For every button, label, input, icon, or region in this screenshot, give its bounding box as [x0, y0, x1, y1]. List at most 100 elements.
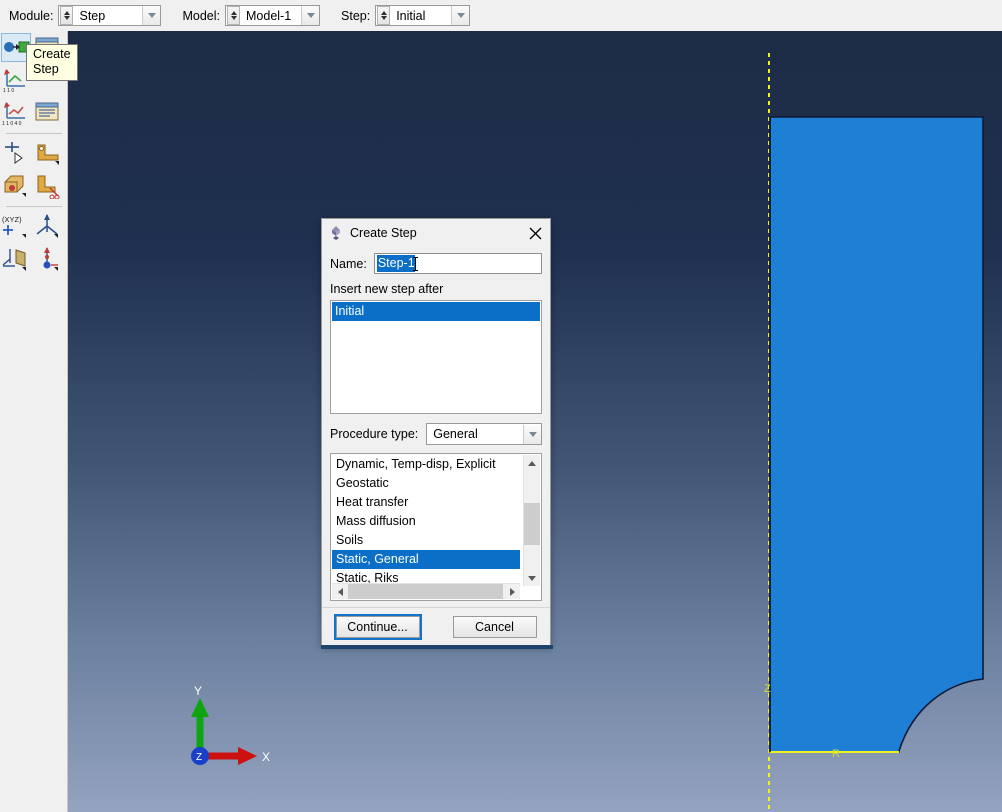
history-output-manager-icon[interactable]	[33, 99, 63, 128]
module-selector-group: Module: Step	[0, 5, 162, 27]
scroll-up-button[interactable]	[524, 455, 540, 471]
triad-y-arrowhead	[191, 698, 209, 717]
spinner-up-icon[interactable]	[63, 11, 70, 15]
list-item[interactable]: Soils	[332, 531, 520, 550]
list-item[interactable]: Initial	[332, 302, 540, 321]
create-step-tooltip: Create Step	[26, 44, 78, 81]
procedure-type-row: Procedure type: General	[330, 423, 542, 445]
abaqus-dialog-icon	[332, 226, 340, 240]
scrollbar-thumb[interactable]	[348, 584, 503, 599]
create-step-dialog[interactable]: Create Step Name: Step-1 Insert new step…	[321, 218, 553, 649]
create-datum-plane-icon[interactable]	[1, 245, 31, 274]
scroll-right-button[interactable]	[504, 584, 520, 599]
list-item[interactable]: Geostatic	[332, 474, 520, 493]
text-caret	[412, 256, 418, 271]
create-datum-point-icon[interactable]	[33, 245, 63, 274]
chevron-down-icon	[528, 431, 537, 437]
chevron-down-icon	[456, 13, 465, 18]
list-item[interactable]: Mass diffusion	[332, 512, 520, 531]
chevron-left-icon	[337, 587, 343, 596]
context-bar: Module: Step Model: Model-1 Step: Initia…	[0, 0, 1002, 32]
scrollbar-thumb[interactable]	[524, 503, 540, 545]
procedure-type-value: General	[433, 427, 478, 441]
model-label: Model:	[182, 8, 221, 23]
name-row: Name: Step-1	[330, 253, 542, 274]
continue-button[interactable]: Continue...	[333, 613, 422, 640]
spinner-down-icon[interactable]	[380, 16, 387, 20]
dialog-body: Name: Step-1 Insert new step after Initi…	[322, 253, 550, 601]
create-datum-csys-icon[interactable]	[33, 212, 63, 241]
module-label: Module:	[9, 8, 54, 23]
module-spinner[interactable]	[60, 6, 74, 25]
toolbox-divider-1	[6, 133, 62, 134]
triad-label-z: Z	[196, 752, 202, 763]
svg-text:(XYZ): (XYZ)	[2, 215, 22, 224]
spinner-up-icon[interactable]	[380, 11, 387, 15]
svg-text:1 1 0 4 0: 1 1 0 4 0	[2, 121, 22, 126]
model-selector-group: Model: Model-1	[173, 5, 321, 27]
model-dropdown-arrow[interactable]	[301, 6, 320, 25]
dialog-bottom-accent	[321, 645, 553, 649]
chevron-down-icon	[306, 13, 315, 18]
chevron-right-icon	[509, 587, 515, 596]
toolbox-divider-2	[6, 206, 62, 207]
list-item-selected[interactable]: Static, General	[332, 550, 520, 569]
name-input-value: Step-1	[376, 255, 415, 272]
model-spinner[interactable]	[227, 6, 241, 25]
part-face[interactable]	[769, 116, 984, 753]
chevron-down-icon	[147, 13, 156, 18]
scroll-down-button[interactable]	[524, 570, 540, 586]
procedure-list-horizontal-scrollbar[interactable]	[332, 583, 520, 599]
toolbox-group-history-output: 1 1 0 4 0	[0, 97, 67, 130]
history-output-icon[interactable]: 1 1 0 4 0	[1, 99, 31, 128]
module-dropdown-arrow[interactable]	[142, 6, 161, 25]
procedure-list-vertical-scrollbar[interactable]	[523, 455, 540, 586]
triad-x-arrowhead	[238, 747, 257, 765]
procedure-type-label: Procedure type:	[330, 427, 419, 441]
create-coordinate-xyz-icon[interactable]: (XYZ)	[1, 212, 31, 241]
step-selector-group: Step: Initial	[332, 5, 471, 27]
module-toolbox: 1 1 0 1 1 0 4 0 (XYZ)	[0, 31, 68, 812]
dialog-title: Create Step	[350, 226, 417, 240]
toolbox-group-datum: (XYZ)	[0, 210, 67, 243]
abaqus-cae-window: Module: Step Model: Model-1 Step: Initia…	[0, 0, 1002, 812]
step-label: Step:	[341, 8, 371, 23]
create-alm-control-icon[interactable]	[33, 139, 63, 168]
chevron-up-icon	[528, 460, 536, 466]
create-adaptive-mesh-icon[interactable]	[1, 139, 31, 168]
diagnostic-trim-icon[interactable]	[33, 172, 63, 201]
close-icon[interactable]	[520, 220, 550, 246]
dialog-footer: Continue... Cancel	[322, 607, 550, 645]
cancel-button[interactable]: Cancel	[452, 615, 537, 638]
step-dropdown-arrow[interactable]	[451, 6, 470, 25]
procedure-type-dropdown-arrow[interactable]	[523, 424, 541, 444]
name-label: Name:	[330, 256, 367, 271]
procedure-type-combobox[interactable]: General	[426, 423, 542, 445]
axis-label-z: Z	[764, 683, 771, 695]
spinner-up-icon[interactable]	[230, 11, 237, 15]
tooltip-line-2: Step	[33, 62, 59, 76]
list-item[interactable]: Heat transfer	[332, 493, 520, 512]
chevron-down-icon	[528, 575, 536, 581]
spinner-down-icon[interactable]	[230, 16, 237, 20]
insert-after-listbox[interactable]: Initial	[330, 300, 542, 414]
view-orientation-triad: Y X Z	[191, 686, 270, 765]
toolbox-group-alm	[0, 137, 67, 170]
svg-text:1 1 0: 1 1 0	[3, 88, 14, 93]
triad-label-y: Y	[194, 686, 202, 698]
procedure-list-items[interactable]: Dynamic, Temp-disp, Explicit Geostatic H…	[332, 455, 520, 586]
module-combobox[interactable]: Step	[58, 5, 162, 26]
list-item[interactable]: Dynamic, Temp-disp, Explicit	[332, 455, 520, 474]
step-value: Initial	[396, 8, 426, 23]
name-input[interactable]: Step-1	[373, 253, 542, 274]
insert-after-label: Insert new step after	[330, 282, 444, 296]
step-combobox[interactable]: Initial	[375, 5, 471, 26]
spinner-down-icon[interactable]	[63, 16, 70, 20]
toolbox-group-datum2	[0, 243, 67, 276]
step-spinner[interactable]	[377, 6, 391, 25]
procedure-listbox[interactable]: Dynamic, Temp-disp, Explicit Geostatic H…	[330, 453, 542, 601]
dialog-titlebar[interactable]: Create Step	[322, 219, 550, 247]
model-combobox[interactable]: Model-1	[225, 5, 321, 26]
scroll-left-button[interactable]	[332, 584, 348, 599]
adaptive-mesh-manager-icon[interactable]	[1, 172, 31, 201]
